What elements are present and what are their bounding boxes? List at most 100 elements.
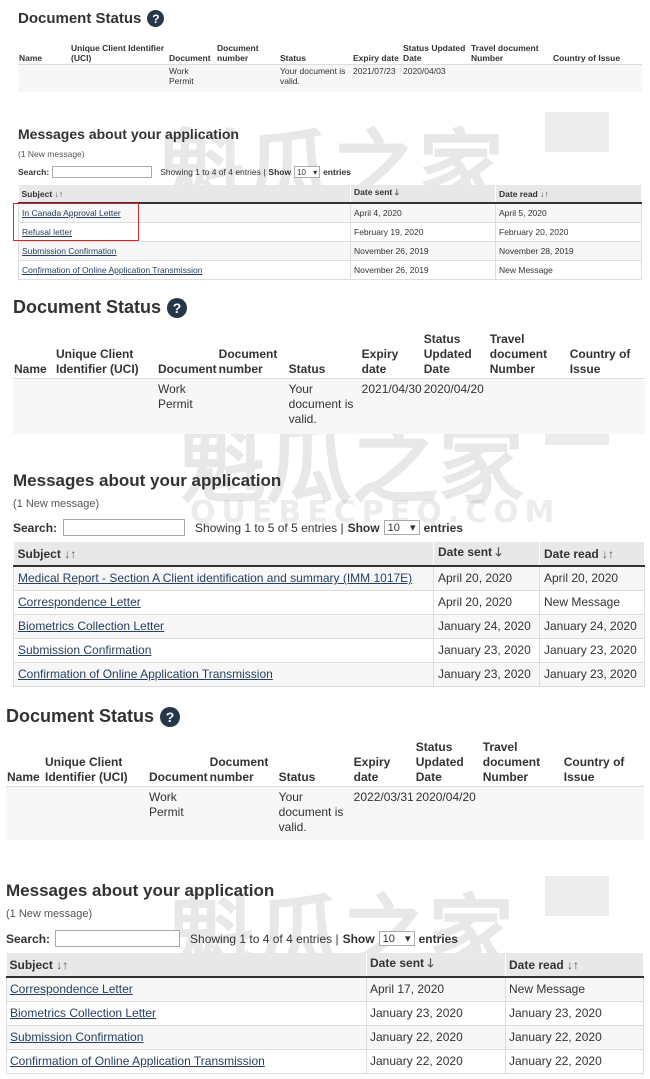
- col-subject[interactable]: Subject ↓↑: [6, 953, 367, 977]
- cell-date-sent: April 4, 2020: [350, 202, 496, 223]
- col-status-updated: Status Updated Date: [415, 739, 464, 784]
- table-controls: Search: Showing 1 to 4 of 4 entries | Sh…: [6, 930, 458, 947]
- col-document: Document: [158, 361, 217, 376]
- document-status-title: Document Status ?: [13, 297, 188, 318]
- search-label: Search:: [18, 167, 50, 177]
- col-status: Status: [278, 769, 316, 784]
- cell-date-read: January 22, 2020: [505, 1048, 644, 1074]
- sort-updown-icon: ↓↑: [540, 188, 549, 199]
- entries-label: entries: [423, 520, 463, 535]
- entries-select-value: 10: [382, 932, 395, 945]
- document-status-heading: Document Status: [13, 297, 162, 317]
- question-circle-icon[interactable]: ?: [160, 706, 181, 727]
- table-row: Medical Report - Section A Client identi…: [13, 565, 645, 591]
- table-row: Confirmation of Online Application Trans…: [18, 259, 642, 280]
- entries-select[interactable]: 10 ▾: [378, 931, 415, 946]
- show-label: Show: [268, 167, 292, 177]
- col-travel-document: Travel document Number: [482, 739, 541, 784]
- col-status: Status: [280, 52, 306, 63]
- entries-select-value: 10: [387, 521, 400, 534]
- sort-updown-icon: ↓↑: [56, 957, 69, 972]
- question-circle-icon[interactable]: ?: [147, 10, 165, 27]
- col-country: Country of Issue: [563, 754, 625, 784]
- cell-expiry: 2021/07/23: [352, 64, 402, 92]
- show-label: Show: [347, 520, 380, 535]
- col-name: Name: [7, 769, 40, 784]
- watermark-flag-icon: [545, 112, 609, 152]
- message-link[interactable]: Correspondence Letter: [18, 595, 141, 609]
- cell-date-sent: January 22, 2020: [366, 1024, 506, 1050]
- entries-select[interactable]: 10 ▾: [383, 520, 420, 535]
- cell-date-sent: January 22, 2020: [366, 1048, 506, 1074]
- cell-status: Your document is valid.: [287, 378, 361, 434]
- cell-date-sent: January 23, 2020: [433, 637, 540, 663]
- table-row: Confirmation of Online Application Trans…: [13, 661, 645, 687]
- cell-date-read: January 23, 2020: [539, 661, 645, 687]
- search-label: Search:: [13, 520, 58, 535]
- col-uci: Unique Client Identifier (UCI): [71, 42, 165, 63]
- cell-date-sent: November 26, 2019: [350, 240, 496, 261]
- cell-date-sent: April 20, 2020: [433, 565, 540, 591]
- search-input[interactable]: [52, 166, 153, 178]
- table-controls: Search: Showing 1 to 4 of 4 entries | Sh…: [18, 166, 351, 178]
- col-document-number: Document number: [209, 754, 269, 784]
- message-link[interactable]: Biometrics Collection Letter: [10, 1006, 156, 1020]
- col-date-sent[interactable]: Date sent 🡓: [350, 185, 496, 203]
- cell-document-number: [216, 64, 279, 92]
- col-document-number: Document number: [218, 346, 278, 376]
- cell-date-read: January 23, 2020: [539, 637, 645, 663]
- message-link[interactable]: Confirmation of Online Application Trans…: [10, 1054, 265, 1068]
- col-document-number: Document number: [217, 42, 259, 63]
- sort-updown-icon: ↓↑: [64, 546, 77, 561]
- cell-date-read: January 24, 2020: [539, 613, 645, 639]
- cell-date-read: New Message: [495, 259, 642, 280]
- cell-travel-doc: [488, 378, 569, 434]
- col-date-read[interactable]: Date read ↓↑: [539, 542, 645, 566]
- cell-document: Work Permit: [157, 378, 218, 434]
- cell-updated: 2020/04/03: [402, 64, 470, 92]
- col-country: Country of Issue: [569, 346, 631, 376]
- cell-name: [6, 786, 44, 840]
- cell-date-sent: January 23, 2020: [366, 1000, 506, 1026]
- sort-updown-icon: ↓↑: [54, 188, 64, 199]
- caret-down-icon: ▾: [410, 522, 416, 534]
- message-link[interactable]: Correspondence Letter: [10, 982, 133, 996]
- entries-select[interactable]: 10 ▾: [294, 166, 321, 178]
- col-country: Country of Issue: [553, 52, 621, 63]
- message-link[interactable]: Submission Confirmation: [22, 246, 116, 256]
- col-date-sent[interactable]: Date sent 🡓: [366, 953, 506, 977]
- cell-country: [562, 786, 644, 840]
- message-link[interactable]: Submission Confirmation: [10, 1030, 143, 1044]
- table-row: Submission Confirmation January 23, 2020 J…: [13, 637, 645, 663]
- messages-title: Messages about your application: [13, 471, 282, 490]
- message-link[interactable]: Confirmation of Online Application Trans…: [18, 667, 273, 681]
- entries-label: entries: [323, 167, 351, 177]
- entries-label: entries: [418, 931, 458, 946]
- cell-document: Work Permit: [168, 64, 216, 92]
- message-link[interactable]: Medical Report - Section A Client identi…: [18, 571, 412, 585]
- col-date-read[interactable]: Date read ↓↑: [505, 953, 644, 977]
- col-date-sent[interactable]: Date sent 🡓: [433, 542, 540, 566]
- sort-down-arrow-icon: 🡓: [394, 186, 400, 197]
- search-input[interactable]: [63, 519, 186, 536]
- cell-status: Your document is valid.: [279, 64, 352, 92]
- showing-info: Showing 1 to 5 of 5 entries |: [195, 520, 344, 535]
- message-link[interactable]: Confirmation of Online Application Trans…: [22, 265, 202, 275]
- col-name: Name: [14, 361, 47, 376]
- message-link[interactable]: Biometrics Collection Letter: [18, 619, 164, 633]
- col-subject[interactable]: Subject ↓↑: [18, 185, 351, 203]
- document-status-table: Name Unique Client Identifier (UCI) Docu…: [6, 736, 644, 840]
- table-row: Confirmation of Online Application Trans…: [6, 1048, 644, 1074]
- caret-down-icon: ▾: [405, 933, 411, 945]
- search-input[interactable]: [55, 930, 181, 947]
- col-uci: Unique Client Identifier (UCI): [45, 754, 128, 784]
- table-row: Correspondence Letter April 20, 2020 New M…: [13, 589, 645, 615]
- message-link[interactable]: Submission Confirmation: [18, 643, 151, 657]
- col-subject[interactable]: Subject ↓↑: [13, 542, 434, 566]
- messages-title: Messages about your application: [18, 126, 239, 142]
- col-date-read[interactable]: Date read ↓↑: [495, 185, 642, 203]
- watermark-flag-icon: [545, 876, 609, 916]
- cell-travel-doc: [481, 786, 563, 840]
- question-circle-icon[interactable]: ?: [167, 297, 188, 318]
- cell-uci: [55, 378, 157, 434]
